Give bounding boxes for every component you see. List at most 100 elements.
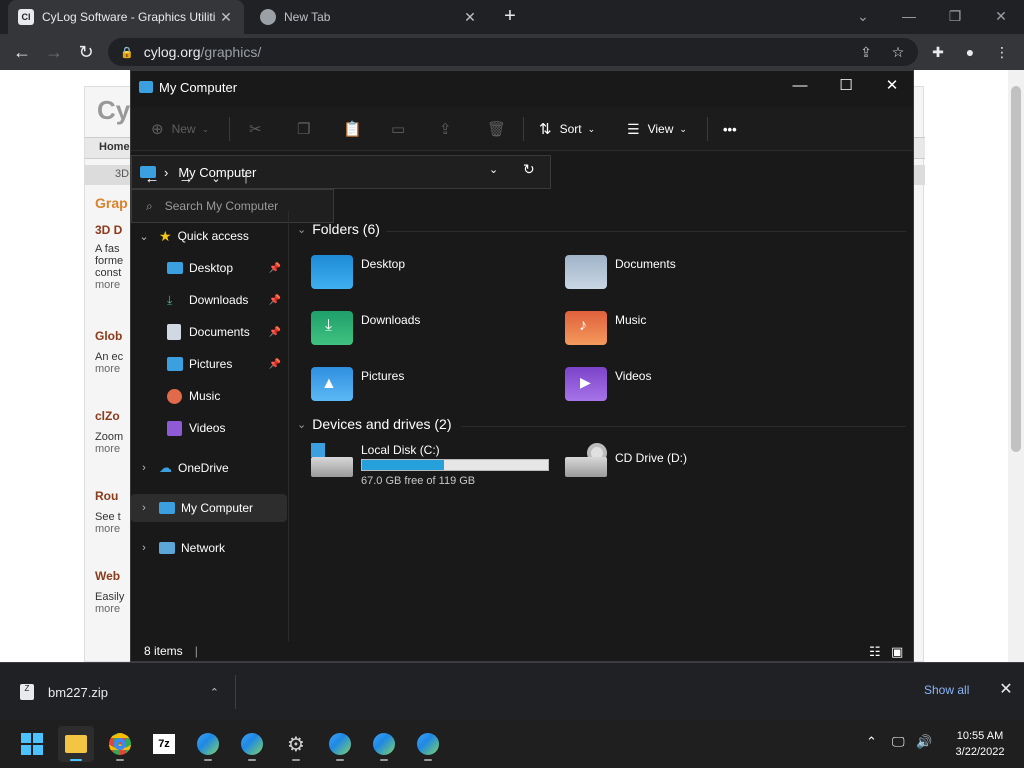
download-shelf: Z bm227.zip ⌃ Show all ✕ (0, 662, 1024, 720)
reload-icon[interactable]: ↻ (72, 38, 100, 66)
chevron-up-icon[interactable]: ⌃ (210, 686, 219, 699)
folders-group-header[interactable]: ⌄ Folders (6) (297, 221, 380, 237)
music-folder-icon: ♪ (565, 311, 607, 345)
nav-quick-access[interactable]: ⌄ ★ Quick access (131, 222, 287, 250)
minimize-button[interactable]: — (886, 2, 932, 30)
drives-group-header[interactable]: ⌄ Devices and drives (2) (297, 416, 452, 432)
taskbar-edge-5[interactable] (410, 726, 446, 762)
more-options-button[interactable]: ••• (723, 115, 737, 143)
nav-home-link[interactable]: Home (99, 141, 130, 153)
network-icon[interactable]: 🖵 (892, 734, 905, 750)
taskbar-7zip[interactable]: 7z (146, 726, 182, 762)
address-bar[interactable]: 🔒 cylog.org/graphics/ (108, 38, 918, 66)
taskbar-chrome[interactable] (102, 726, 138, 762)
share-icon[interactable]: ⇪ (856, 42, 876, 62)
tab-title: New Tab (284, 10, 331, 24)
show-all-button[interactable]: Show all (924, 683, 969, 697)
nav-onedrive[interactable]: › ☁ OneDrive (131, 454, 287, 482)
page-scrollbar-thumb[interactable] (1011, 86, 1021, 452)
cloud-icon: ☁ (159, 460, 172, 475)
folder-pictures[interactable]: ▲ Pictures (311, 365, 561, 409)
star-icon[interactable]: ☆ (888, 42, 908, 62)
sort-button[interactable]: ⇅ Sort ⌄ (539, 115, 595, 143)
new-button[interactable]: ⊕ New ⌄ (151, 115, 209, 143)
tab-close-icon[interactable]: ✕ (462, 9, 478, 26)
nav-videos[interactable]: Videos (131, 414, 287, 442)
address-dropdown-icon[interactable]: ⌄ (489, 163, 498, 176)
rename-icon[interactable]: ▭ (391, 115, 405, 143)
up-arrow-icon[interactable]: ↑ (233, 166, 259, 192)
download-item[interactable]: Z bm227.zip ⌃ (14, 675, 236, 709)
view-button[interactable]: ☰ View ⌄ (627, 115, 687, 143)
plus-circle-icon: ⊕ (151, 121, 164, 138)
browser-tab-strip: Cl CyLog Software - Graphics Utiliti ✕ N… (0, 0, 1024, 34)
new-tab-button[interactable]: + (498, 4, 522, 28)
start-button[interactable] (14, 726, 50, 762)
delete-icon[interactable]: 🗑 (487, 115, 506, 143)
taskbar-file-explorer[interactable] (58, 726, 94, 762)
system-clock[interactable]: 10:55 AM 3/22/2022 (940, 728, 1020, 760)
explorer-maximize-button[interactable]: ☐ (823, 71, 869, 101)
explorer-minimize-button[interactable]: — (777, 71, 823, 101)
nav-music[interactable]: Music (131, 382, 287, 410)
nav-desktop[interactable]: Desktop 📌 (131, 254, 287, 282)
taskbar-edge-2[interactable] (234, 726, 270, 762)
folder-documents[interactable]: Documents (565, 253, 815, 297)
drive-local-disk-c[interactable]: Local Disk (C:) 67.0 GB free of 119 GB (311, 441, 551, 489)
windows-logo-icon (311, 443, 325, 457)
cut-icon[interactable]: ✂ (249, 115, 262, 143)
edge-icon (329, 733, 351, 755)
7zip-icon: 7z (153, 734, 175, 754)
forward-arrow-icon[interactable]: → (40, 38, 68, 66)
tray-overflow-chevron-icon[interactable]: ⌃ (866, 734, 877, 750)
tab-new-tab[interactable]: New Tab ✕ (250, 0, 488, 34)
url-host: cylog.org (143, 44, 201, 60)
tab-search-icon[interactable]: ⌄ (840, 2, 886, 30)
zip-file-icon: Z (20, 684, 34, 700)
nav-network[interactable]: › Network (131, 534, 287, 562)
volume-icon[interactable]: 🔊 (916, 734, 932, 750)
nav-pictures[interactable]: Pictures 📌 (131, 350, 287, 378)
explorer-close-button[interactable]: ✕ (869, 71, 915, 101)
paste-icon[interactable]: 📋 (343, 115, 362, 143)
details-view-icon[interactable]: ☷ (869, 644, 881, 660)
recent-locations-chevron-icon[interactable]: ⌄ (203, 166, 229, 192)
taskbar-settings[interactable]: ⚙ (278, 726, 314, 762)
pin-icon: 📌 (268, 262, 281, 274)
taskbar-edge-3[interactable] (322, 726, 358, 762)
tiles-view-icon[interactable]: ▣ (891, 644, 903, 660)
restore-button[interactable]: ❐ (932, 2, 978, 30)
forward-arrow-icon[interactable]: → (173, 166, 199, 192)
drive-cd-d[interactable]: CD Drive (D:) (565, 441, 765, 489)
extensions-icon[interactable]: ✚ (928, 42, 948, 62)
folder-videos[interactable]: ▶ Videos (565, 365, 815, 409)
share-icon[interactable]: ⇪ (439, 115, 452, 143)
clock-date: 3/22/2022 (955, 746, 1005, 758)
group-divider (386, 231, 906, 232)
sub-nav-3d[interactable]: 3D (115, 168, 129, 180)
taskbar-edge-4[interactable] (366, 726, 402, 762)
folder-music[interactable]: ♪ Music (565, 309, 815, 353)
computer-icon (159, 502, 175, 514)
folder-downloads[interactable]: ⤓ Downloads (311, 309, 561, 353)
sort-icon: ⇅ (539, 121, 552, 138)
copy-icon[interactable]: ❐ (297, 115, 310, 143)
tab-cylog[interactable]: Cl CyLog Software - Graphics Utiliti ✕ (8, 0, 244, 34)
star-icon: ★ (159, 227, 172, 244)
taskbar-edge-1[interactable] (190, 726, 226, 762)
tab-close-icon[interactable]: ✕ (218, 9, 234, 26)
menu-icon[interactable]: ⋮ (992, 42, 1012, 62)
nav-downloads[interactable]: ⤓ Downloads 📌 (131, 286, 287, 314)
separator (523, 117, 524, 141)
nav-documents[interactable]: Documents 📌 (131, 318, 287, 346)
close-shelf-icon[interactable]: ✕ (996, 679, 1016, 699)
nav-my-computer[interactable]: › My Computer (131, 494, 287, 522)
refresh-icon[interactable]: ↻ (523, 161, 535, 178)
back-arrow-icon[interactable]: ← (8, 38, 36, 66)
profile-icon[interactable]: ● (960, 42, 980, 62)
close-window-button[interactable]: ✕ (978, 2, 1024, 30)
gear-icon: ⚙ (287, 733, 305, 756)
explorer-address-row: ← → ⌄ ↑ › My Computer ⌄ ↻ ⌕ Search My Co… (131, 155, 913, 223)
back-arrow-icon[interactable]: ← (139, 166, 165, 192)
folder-desktop[interactable]: Desktop (311, 253, 561, 297)
